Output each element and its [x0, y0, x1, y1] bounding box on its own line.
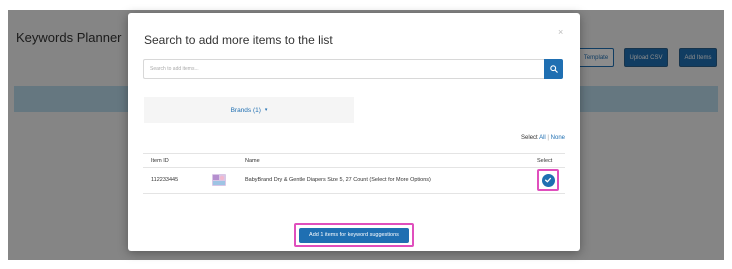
- brands-filter-label: Brands (1): [230, 106, 261, 114]
- header-item-id: Item ID: [151, 158, 169, 164]
- add-items-for-suggestions-button[interactable]: Add 1 items for keyword suggestions: [299, 227, 409, 243]
- select-controls: Select All | None: [521, 135, 565, 141]
- add-items-modal: Search to add more items to the list × B…: [128, 13, 580, 251]
- select-prefix: Select: [521, 135, 538, 141]
- item-id-cell: 112233445: [151, 177, 179, 183]
- item-name-cell: BabyBrand Dry & Gentle Diapers Size 5, 2…: [245, 177, 431, 183]
- select-separator: |: [547, 135, 549, 141]
- row-select-checkbox[interactable]: [537, 169, 559, 191]
- header-select: Select: [537, 158, 553, 164]
- search-icon: [549, 65, 558, 73]
- modal-title: Search to add more items to the list: [144, 33, 333, 47]
- close-icon[interactable]: ×: [558, 27, 563, 37]
- check-icon: [541, 173, 555, 187]
- select-none-link[interactable]: None: [551, 135, 565, 141]
- search-input[interactable]: [143, 59, 544, 79]
- brands-filter-dropdown[interactable]: Brands (1) ▾: [144, 97, 354, 123]
- header-name: Name: [245, 158, 260, 164]
- items-table: Item ID Name Select 112233445 BabyBrand …: [143, 153, 565, 194]
- search-button[interactable]: [544, 59, 563, 79]
- product-thumbnail: [211, 172, 227, 188]
- add-button-highlight: Add 1 items for keyword suggestions: [294, 223, 414, 247]
- table-header: Item ID Name Select: [143, 153, 565, 168]
- table-row: 112233445 BabyBrand Dry & Gentle Diapers…: [143, 168, 565, 194]
- select-all-link[interactable]: All: [539, 135, 546, 141]
- search-bar: [143, 59, 563, 79]
- chevron-down-icon: ▾: [264, 107, 268, 113]
